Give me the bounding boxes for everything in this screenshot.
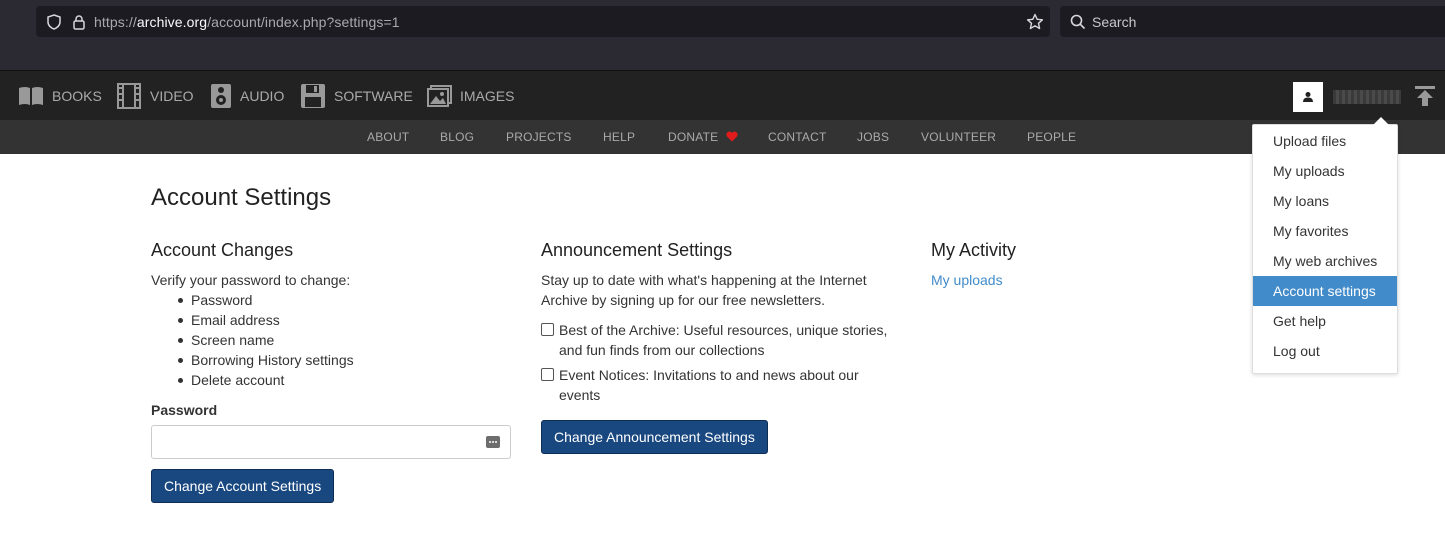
subnav-help[interactable]: HELP bbox=[603, 120, 635, 154]
menu-item-my-uploads[interactable]: My uploads bbox=[1253, 156, 1397, 186]
option-label-line: Best of the Archive: Useful resources, u… bbox=[559, 322, 888, 338]
url-prefix: https:// bbox=[94, 13, 137, 30]
best-of-archive-option[interactable]: Best of the Archive: Useful resources, u… bbox=[541, 320, 887, 360]
list-item: Borrowing History settings bbox=[178, 352, 354, 368]
nav-video-label: VIDEO bbox=[150, 88, 194, 104]
subnav-about[interactable]: ABOUT bbox=[367, 120, 409, 154]
subnav-contact[interactable]: CONTACT bbox=[768, 120, 827, 154]
user-icon bbox=[1302, 91, 1314, 103]
announcement-settings-heading: Announcement Settings bbox=[541, 240, 733, 260]
password-field[interactable] bbox=[151, 425, 511, 459]
best-of-archive-label: Best of the Archive: Useful resources, u… bbox=[559, 320, 887, 360]
menu-item-my-favorites[interactable]: My favorites bbox=[1253, 216, 1397, 246]
nav-books[interactable]: BOOKS bbox=[18, 71, 102, 121]
event-notices-option[interactable]: Event Notices: Invitations to and news a… bbox=[541, 365, 859, 405]
menu-item-log-out[interactable]: Log out bbox=[1253, 336, 1397, 366]
event-notices-label: Event Notices: Invitations to and news a… bbox=[559, 365, 859, 405]
browser-toolbar: https://archive.org/account/index.php?se… bbox=[0, 0, 1445, 70]
announcement-intro-line: Stay up to date with what's happening at… bbox=[541, 272, 867, 288]
speaker-icon bbox=[210, 83, 232, 109]
password-manager-icon[interactable] bbox=[486, 436, 500, 448]
account-changes-intro: Verify your password to change: bbox=[151, 272, 351, 288]
sub-nav: ABOUT BLOG PROJECTS HELP DONATE CONTACT … bbox=[0, 120, 1445, 154]
search-placeholder: Search bbox=[1092, 13, 1137, 30]
list-item: Screen name bbox=[178, 330, 354, 350]
floppy-icon bbox=[300, 83, 326, 109]
subnav-people[interactable]: PEOPLE bbox=[1027, 120, 1076, 154]
event-notices-checkbox[interactable] bbox=[541, 368, 554, 381]
announcement-intro-line: Archive by signing up for our free newsl… bbox=[541, 292, 826, 308]
menu-item-upload-files[interactable]: Upload files bbox=[1253, 126, 1397, 156]
subnav-volunteer[interactable]: VOLUNTEER bbox=[921, 120, 996, 154]
lock-icon[interactable] bbox=[72, 14, 86, 30]
change-announcement-settings-button[interactable]: Change Announcement Settings bbox=[541, 420, 768, 454]
address-bar[interactable]: https://archive.org/account/index.php?se… bbox=[36, 6, 1050, 37]
menu-item-get-help[interactable]: Get help bbox=[1253, 306, 1397, 336]
nav-images-label: IMAGES bbox=[460, 88, 515, 104]
search-icon bbox=[1070, 14, 1086, 30]
url-path: /account/index.php?settings=1 bbox=[207, 13, 400, 30]
nav-video[interactable]: VIDEO bbox=[116, 71, 194, 121]
username-redacted[interactable] bbox=[1333, 90, 1401, 104]
account-changes-heading: Account Changes bbox=[151, 240, 294, 260]
url-host: archive.org bbox=[136, 13, 208, 30]
option-label-line: events bbox=[559, 387, 601, 403]
subnav-donate-label: DONATE bbox=[668, 130, 719, 144]
heart-icon bbox=[726, 121, 738, 155]
page-title: Account Settings bbox=[151, 184, 332, 211]
upload-icon[interactable] bbox=[1414, 85, 1436, 112]
nav-audio-label: AUDIO bbox=[240, 88, 285, 104]
subnav-donate[interactable]: DONATE bbox=[668, 120, 738, 154]
option-label-line: and fun finds from our collections bbox=[559, 342, 765, 358]
user-avatar-button[interactable] bbox=[1293, 82, 1323, 112]
top-nav: BOOKS VIDEO AUDIO SOFTWARE IMAGES bbox=[0, 70, 1445, 120]
list-item: Password bbox=[178, 290, 354, 310]
option-label-line: Event Notices: Invitations to and news a… bbox=[559, 367, 859, 383]
best-of-archive-checkbox[interactable] bbox=[541, 323, 554, 336]
password-label: Password bbox=[151, 402, 218, 418]
subnav-projects[interactable]: PROJECTS bbox=[506, 120, 572, 154]
film-icon bbox=[116, 83, 142, 109]
image-icon bbox=[427, 85, 452, 107]
menu-item-my-web-archives[interactable]: My web archives bbox=[1253, 246, 1397, 276]
nav-software[interactable]: SOFTWARE bbox=[300, 71, 413, 121]
browser-search-field[interactable]: Search bbox=[1060, 6, 1445, 37]
book-icon bbox=[18, 85, 44, 107]
nav-books-label: BOOKS bbox=[52, 88, 102, 104]
subnav-blog[interactable]: BLOG bbox=[440, 120, 474, 154]
url-text[interactable]: https://archive.org/account/index.php?se… bbox=[94, 14, 400, 30]
menu-item-my-loans[interactable]: My loans bbox=[1253, 186, 1397, 216]
star-icon[interactable] bbox=[1026, 13, 1044, 31]
list-item: Delete account bbox=[178, 370, 354, 390]
my-activity-heading: My Activity bbox=[931, 240, 1017, 260]
list-item: Email address bbox=[178, 310, 354, 330]
nav-software-label: SOFTWARE bbox=[334, 88, 413, 104]
change-account-settings-button[interactable]: Change Account Settings bbox=[151, 469, 335, 503]
shield-icon[interactable] bbox=[46, 13, 62, 30]
announcement-intro: Stay up to date with what's happening at… bbox=[541, 270, 867, 310]
account-changes-list: Password Email address Screen name Borro… bbox=[178, 290, 354, 390]
nav-images[interactable]: IMAGES bbox=[427, 71, 514, 121]
nav-audio[interactable]: AUDIO bbox=[210, 71, 284, 121]
user-dropdown-menu: Upload files My uploads My loans My favo… bbox=[1252, 117, 1398, 374]
menu-item-account-settings[interactable]: Account settings bbox=[1253, 276, 1397, 306]
my-uploads-link[interactable]: My uploads bbox=[931, 270, 1003, 290]
subnav-jobs[interactable]: JOBS bbox=[857, 120, 889, 154]
dropdown-caret bbox=[1373, 117, 1389, 125]
